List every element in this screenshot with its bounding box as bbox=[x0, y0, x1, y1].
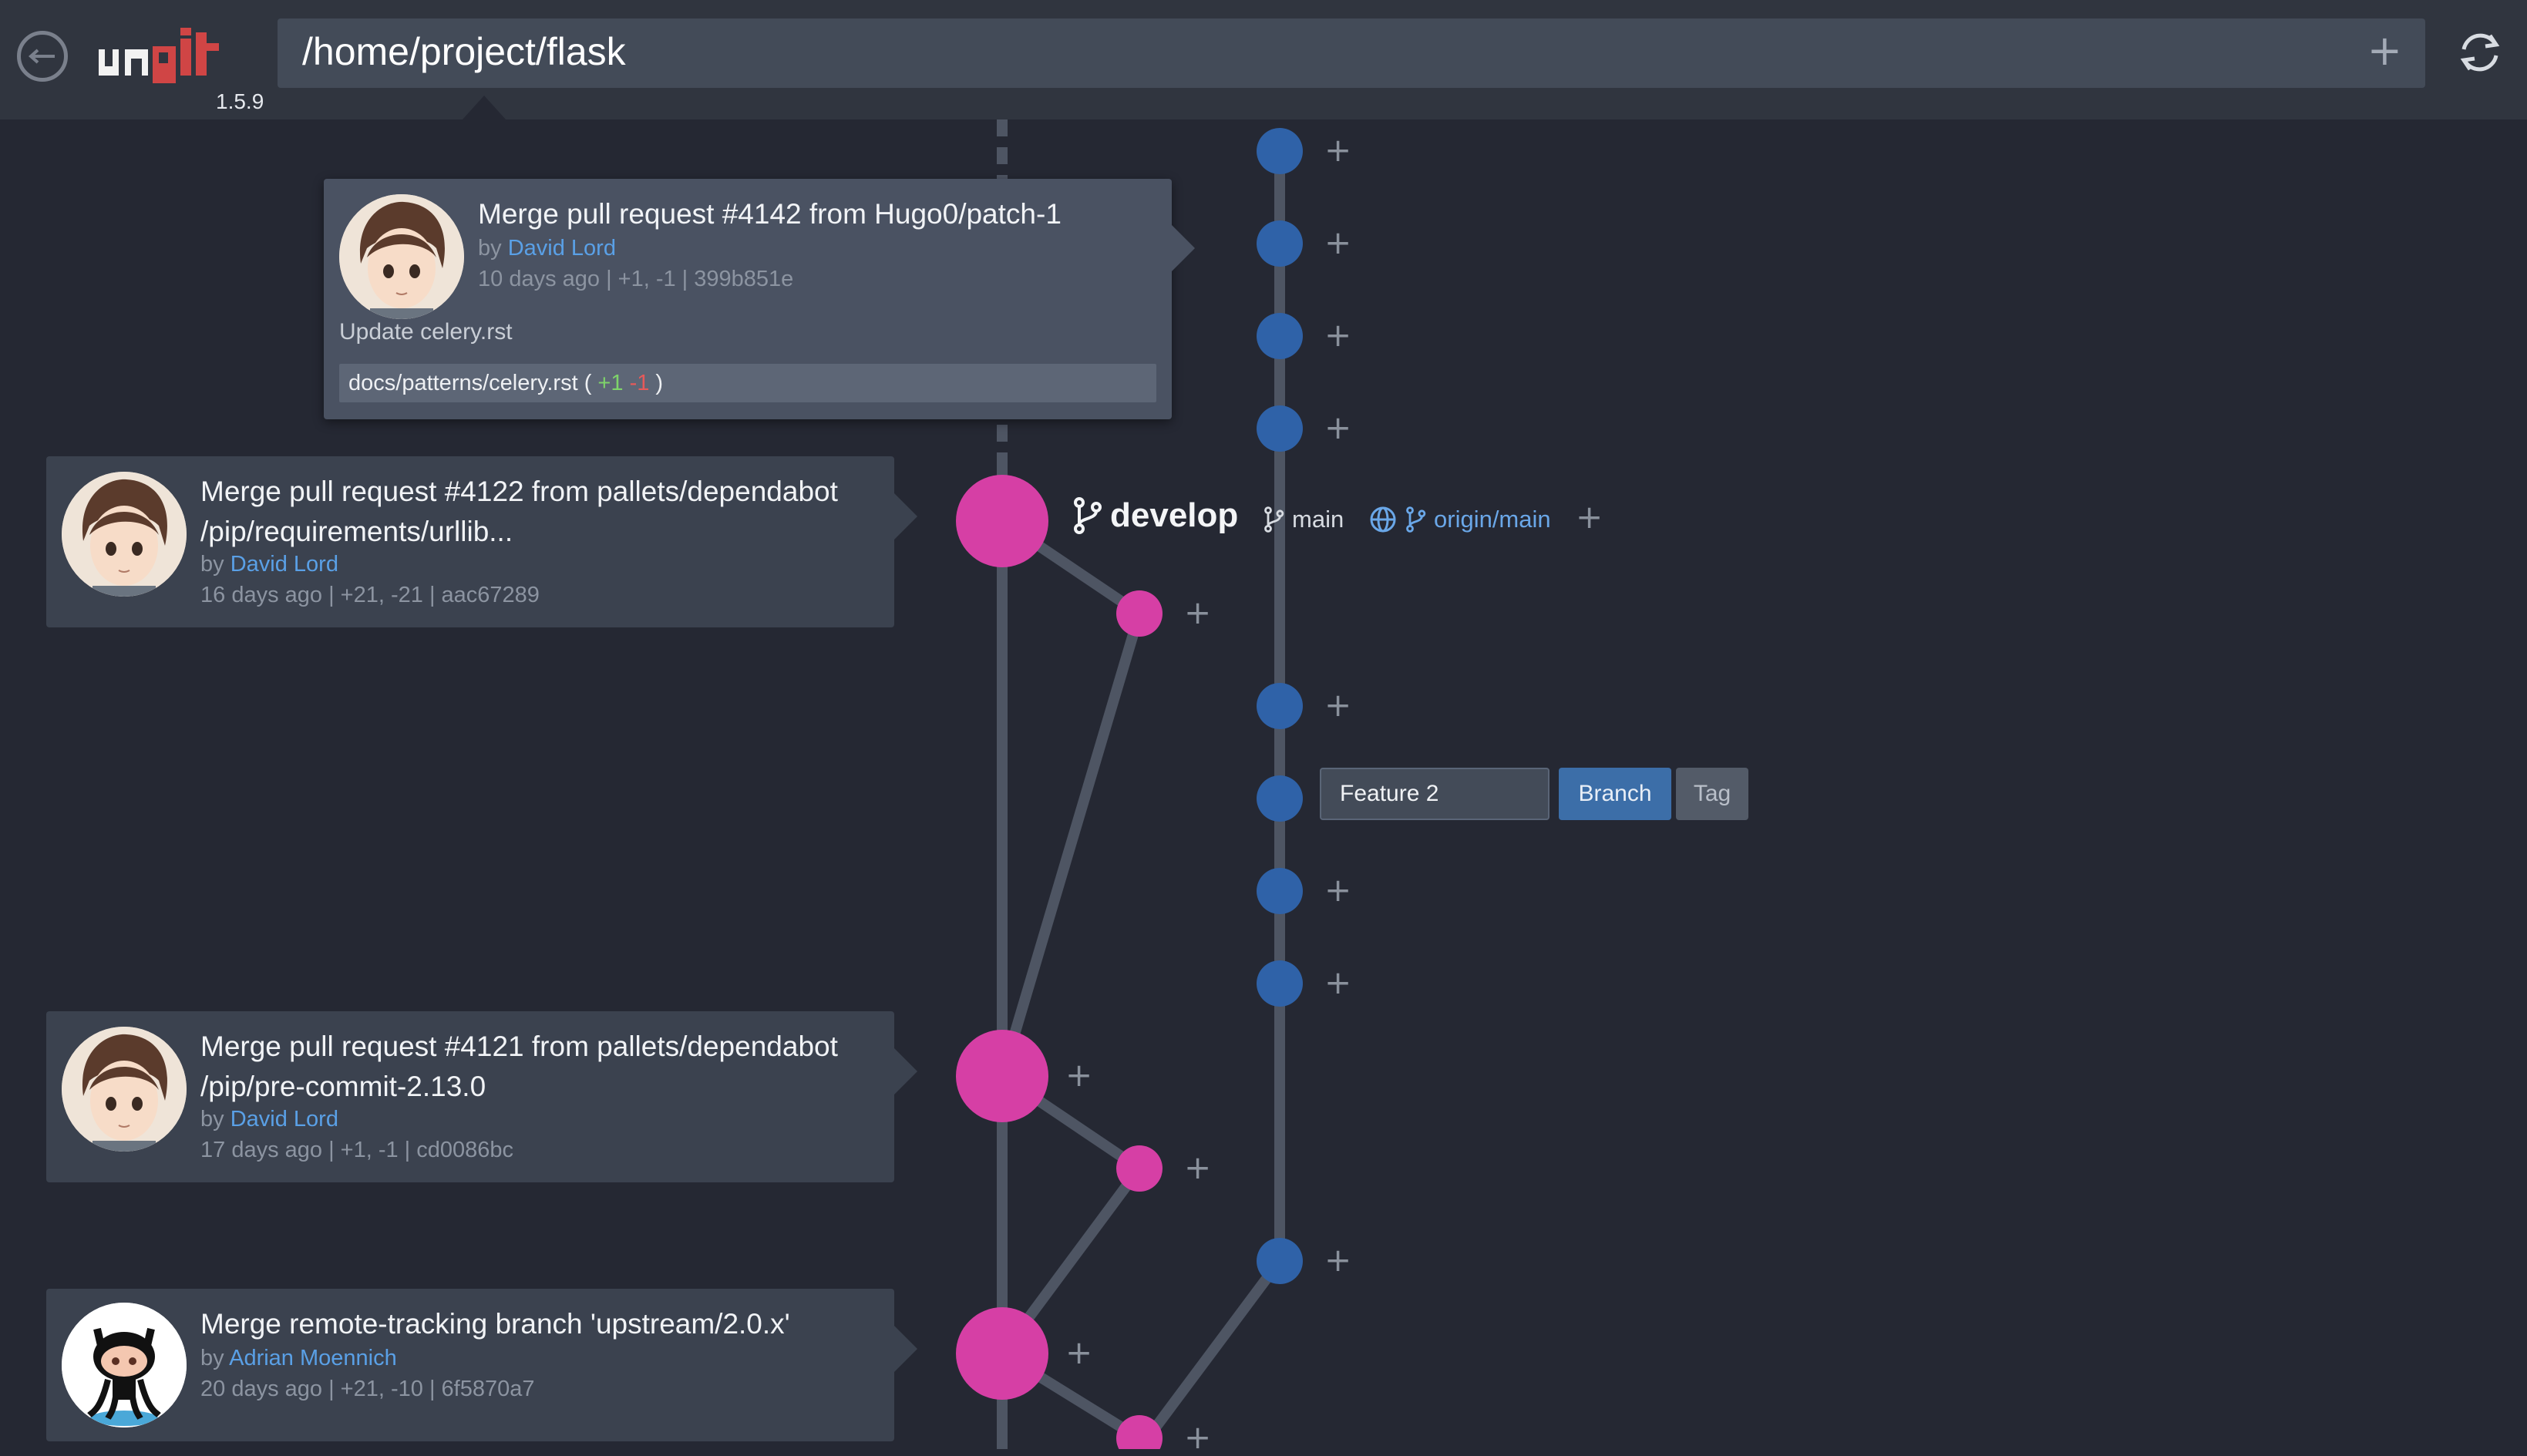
commit-node-develop-head bbox=[956, 475, 1048, 567]
remote-ref-origin-main[interactable]: origin/main bbox=[1369, 506, 1551, 533]
commit-title: Merge pull request #4121 from pallets/de… bbox=[200, 1027, 838, 1107]
globe-icon bbox=[1370, 506, 1396, 533]
graph-edge bbox=[997, 612, 1145, 1078]
commit-node-main bbox=[1257, 683, 1303, 729]
author-avatar bbox=[62, 472, 187, 597]
commit-node-main bbox=[1257, 313, 1303, 359]
new-ref-name-input[interactable] bbox=[1320, 768, 1550, 820]
author-link[interactable]: David Lord bbox=[230, 1107, 338, 1132]
commit-node-develop bbox=[1116, 1145, 1163, 1192]
commit-node-main bbox=[1257, 220, 1303, 267]
paren-close: ) bbox=[649, 371, 664, 395]
by-label: by bbox=[200, 552, 224, 577]
add-ref-button[interactable]: + bbox=[1184, 597, 1211, 629]
commit-author-line: by Adrian Moennich bbox=[200, 1346, 397, 1371]
changed-file-row[interactable]: docs/patterns/celery.rst ( +1 -1 ) bbox=[339, 364, 1156, 402]
branch-icon bbox=[1074, 497, 1102, 534]
branch-ref-develop[interactable]: develop bbox=[1072, 496, 1238, 535]
add-ref-button[interactable]: + bbox=[1324, 227, 1351, 259]
commit-node-main bbox=[1257, 1238, 1303, 1284]
create-tag-button[interactable]: Tag bbox=[1676, 768, 1748, 820]
commit-title-line: Merge pull request #4122 from pallets/de… bbox=[200, 476, 838, 507]
commit-card[interactable]: Merge remote-tracking branch 'upstream/2… bbox=[46, 1289, 917, 1441]
octocat-avatar bbox=[62, 1303, 187, 1427]
commit-meta: 16 days ago | +21, -21 | aac67289 bbox=[200, 583, 540, 607]
add-ref-button[interactable]: + bbox=[1065, 1337, 1092, 1369]
commit-node-develop bbox=[956, 1030, 1048, 1122]
commit-node-main bbox=[1257, 960, 1303, 1007]
add-ref-button[interactable]: + bbox=[1065, 1059, 1092, 1091]
commit-meta: 10 days ago | +1, -1 | 399b851e bbox=[478, 267, 794, 291]
by-label: by bbox=[478, 236, 502, 261]
commit-title-line: Merge pull request #4121 from pallets/de… bbox=[200, 1031, 838, 1062]
commit-author-line: by David Lord bbox=[478, 236, 616, 261]
file-additions: +1 bbox=[597, 371, 624, 395]
paren-open: ( bbox=[577, 371, 598, 395]
author-link[interactable]: David Lord bbox=[230, 552, 338, 577]
branch-icon bbox=[1264, 506, 1284, 533]
remote-ref-label[interactable]: origin/main bbox=[1434, 506, 1551, 533]
commit-title-line: /pip/requirements/urllib... bbox=[200, 516, 513, 547]
add-ref-button[interactable]: + bbox=[1324, 134, 1351, 166]
commit-node-main bbox=[1257, 128, 1303, 174]
add-ref-button[interactable]: + bbox=[1324, 1244, 1351, 1276]
by-label: by bbox=[200, 1107, 224, 1132]
commit-node-main bbox=[1257, 868, 1303, 914]
commit-author-line: by David Lord bbox=[200, 1107, 338, 1132]
commit-title: Merge remote-tracking branch 'upstream/2… bbox=[200, 1308, 790, 1340]
commit-title: Merge pull request #4142 from Hugo0/patc… bbox=[478, 198, 1062, 230]
add-ref-button[interactable]: + bbox=[1324, 319, 1351, 351]
commit-title: Merge pull request #4122 from pallets/de… bbox=[200, 472, 838, 552]
file-path: docs/patterns/celery.rst bbox=[348, 371, 578, 395]
author-avatar bbox=[62, 1027, 187, 1152]
file-deletions: -1 bbox=[629, 371, 650, 395]
author-avatar bbox=[339, 194, 464, 319]
branch-icon bbox=[1406, 506, 1426, 533]
add-ref-button[interactable]: + bbox=[1324, 689, 1351, 721]
commit-card[interactable]: Merge pull request #4122 from pallets/de… bbox=[46, 456, 917, 627]
branch-ref-label[interactable]: develop bbox=[1110, 496, 1238, 535]
commit-meta: 17 days ago | +1, -1 | cd0086bc bbox=[200, 1138, 514, 1162]
commit-node-main bbox=[1257, 775, 1303, 822]
commit-card[interactable]: Merge pull request #4121 from pallets/de… bbox=[46, 1011, 917, 1182]
commit-node-develop bbox=[956, 1307, 1048, 1400]
add-ref-button[interactable]: + bbox=[1184, 1152, 1211, 1184]
author-link[interactable]: Adrian Moennich bbox=[229, 1346, 397, 1370]
commit-card-expanded[interactable]: Merge pull request #4142 from Hugo0/patc… bbox=[324, 179, 1195, 419]
branch-ref-main[interactable]: main bbox=[1263, 506, 1344, 533]
add-ref-button[interactable]: + bbox=[1324, 874, 1351, 906]
commit-node-main bbox=[1257, 405, 1303, 452]
add-ref-button[interactable]: + bbox=[1324, 412, 1351, 444]
add-ref-button[interactable]: + bbox=[1324, 967, 1351, 999]
add-ref-button[interactable]: + bbox=[1576, 498, 1603, 536]
author-link[interactable]: David Lord bbox=[508, 236, 616, 261]
commit-title-line: /pip/pre-commit-2.13.0 bbox=[200, 1071, 486, 1102]
commit-message-body: Update celery.rst bbox=[339, 319, 513, 345]
by-label: by bbox=[200, 1346, 224, 1370]
commit-node-develop bbox=[1116, 590, 1163, 637]
commit-meta: 20 days ago | +21, -10 | 6f5870a7 bbox=[200, 1377, 535, 1401]
commit-author-line: by David Lord bbox=[200, 552, 338, 577]
create-branch-button[interactable]: Branch bbox=[1559, 768, 1671, 820]
branch-ref-label[interactable]: main bbox=[1292, 506, 1344, 533]
